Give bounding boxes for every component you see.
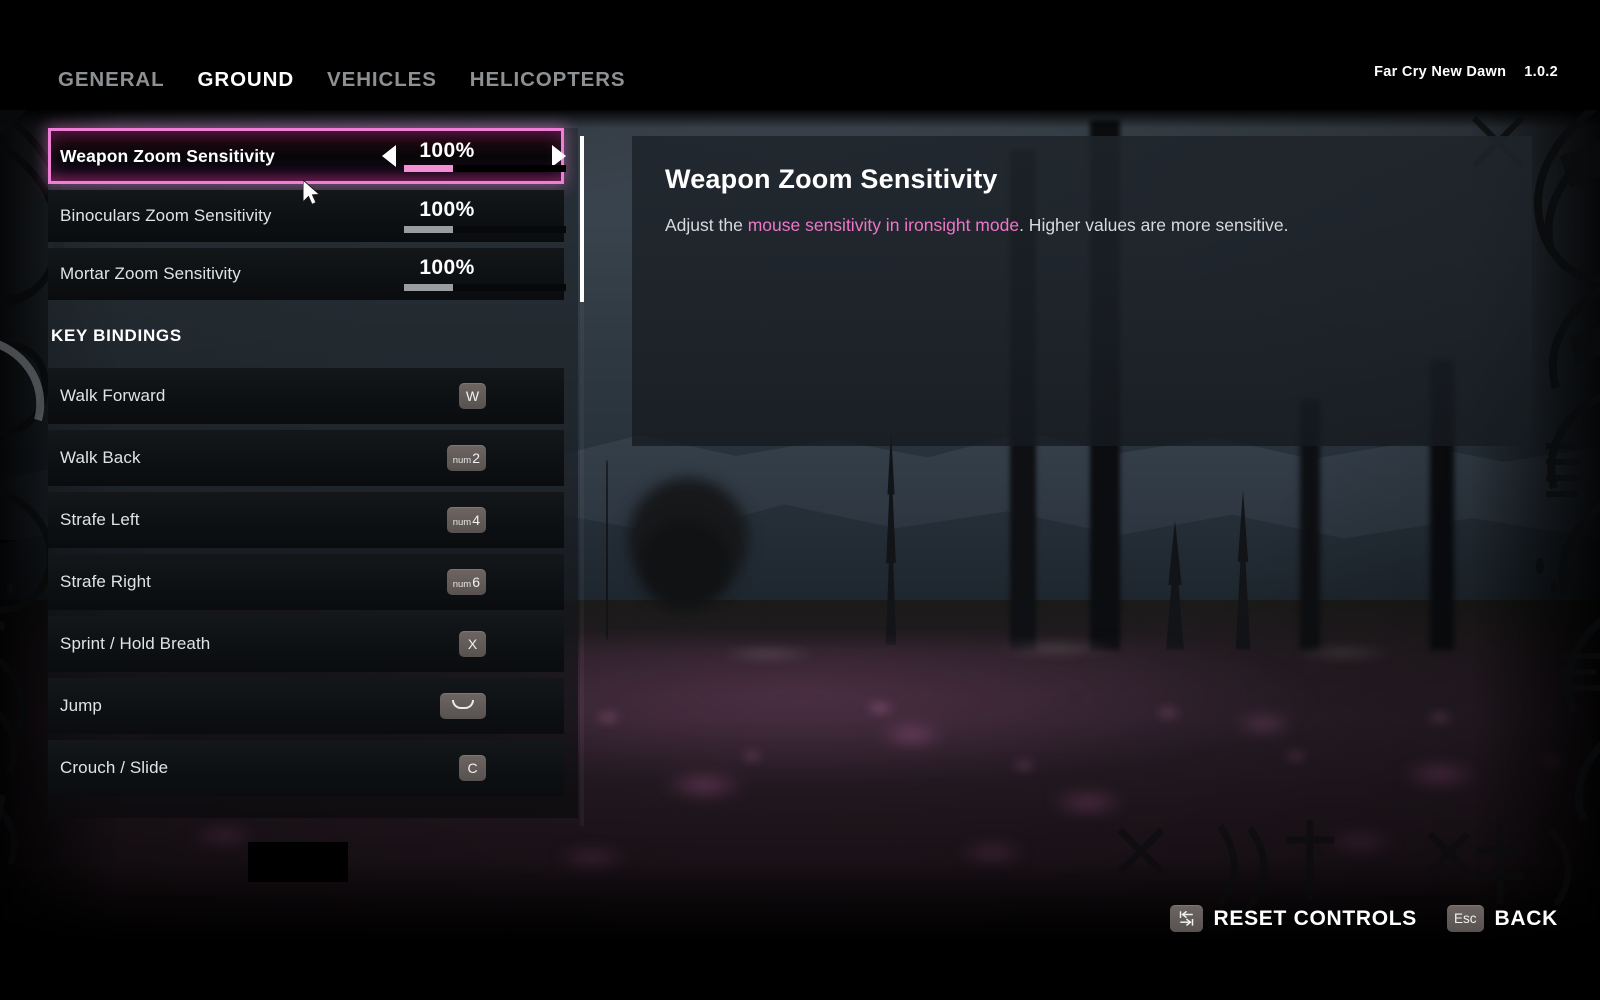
keybinding-row-crouch-slide[interactable]: Crouch / Slide C [48,740,564,796]
reset-controls-label: RESET CONTROLS [1213,906,1418,930]
slider-value: 100% [419,139,475,162]
key-badge-prefix: num [452,454,472,466]
letterbox-top [0,0,1600,8]
keybinding-action-label: Strafe Right [60,572,151,591]
key-badge-spacebar[interactable] [440,693,486,719]
background-tree-silhouette [640,520,730,610]
slider-track[interactable] [404,165,566,172]
keybinding-row-sprint-hold-breath[interactable]: Sprint / Hold Breath X [48,616,564,672]
key-badge-prefix: num [452,578,472,590]
slider-fill [404,284,453,291]
description-text-after: . Higher values are more sensitive. [1019,215,1289,235]
top-bar: GENERAL GROUND VEHICLES HELICOPTERS Far … [0,0,1600,110]
slider-value: 100% [419,256,475,279]
description-text-highlight: mouse sensitivity in ironsight mode [747,215,1020,235]
spacebar-icon [452,699,474,709]
game-title: Far Cry New Dawn [1374,64,1507,80]
mouse-cursor [303,180,321,206]
settings-list-panel: Weapon Zoom Sensitivity 100% Binoculars … [48,128,578,818]
description-title: Weapon Zoom Sensitivity [665,164,998,194]
keybinding-row-walk-back[interactable]: Walk Back num 2 [48,430,564,486]
key-badge-label: 4 [472,512,480,528]
key-badge-num6[interactable]: num 6 [446,569,486,595]
keybinding-row-strafe-left[interactable]: Strafe Left num 4 [48,492,564,548]
key-badge-label: X [467,636,478,652]
description-body: Adjust the mouse sensitivity in ironsigh… [665,213,1492,238]
setting-row-mortar-zoom-sensitivity[interactable]: Mortar Zoom Sensitivity 100% [48,248,566,300]
slider-fill [404,165,453,172]
key-badge-label: 6 [472,574,480,590]
key-badge-label: C [467,760,478,776]
keybinding-row-jump[interactable]: Jump [48,678,564,734]
slider-control[interactable]: 100% [330,248,566,300]
keybinding-action-label: Crouch / Slide [60,758,169,777]
keybinding-action-label: Strafe Left [60,510,140,529]
section-heading-key-bindings: KEY BINDINGS [51,326,182,345]
tab-ground[interactable]: GROUND [198,68,295,92]
setting-label: Binoculars Zoom Sensitivity [60,206,272,225]
tab-vehicles[interactable]: VEHICLES [327,68,437,92]
key-badge-c[interactable]: C [459,755,486,781]
key-badge-w[interactable]: W [459,383,486,409]
settings-screen: GENERAL GROUND VEHICLES HELICOPTERS Far … [0,0,1600,1000]
keybinding-action-label: Jump [60,696,102,715]
keybinding-action-label: Walk Forward [60,386,166,405]
back-button[interactable]: Esc BACK [1447,905,1558,932]
setting-label: Mortar Zoom Sensitivity [60,264,241,283]
key-badge-label: W [465,388,480,404]
footer-actions: RESET CONTROLS Esc BACK [1169,905,1558,932]
key-badge-x[interactable]: X [459,631,486,657]
keybinding-action-label: Sprint / Hold Breath [60,634,211,653]
tab-helicopters[interactable]: HELICOPTERS [470,68,626,92]
esc-key-label: Esc [1454,911,1477,926]
tab-icon [1179,911,1193,926]
tab-bar: GENERAL GROUND VEHICLES HELICOPTERS [58,68,625,92]
version-info: Far Cry New Dawn 1.0.2 [1374,64,1558,80]
slider-fill [404,226,453,233]
settings-scrollbar-track[interactable] [580,136,584,826]
keybinding-row-strafe-right[interactable]: Strafe Right num 6 [48,554,564,610]
slider-value: 100% [419,198,475,221]
description-panel: Weapon Zoom Sensitivity Adjust the mouse… [632,136,1532,446]
keybinding-row-walk-forward[interactable]: Walk Forward W [48,368,564,424]
setting-label: Weapon Zoom Sensitivity [60,145,275,166]
tab-key-badge [1169,905,1203,932]
key-badge-num4[interactable]: num 4 [446,507,486,533]
esc-key-badge: Esc [1447,905,1484,932]
slider-control[interactable]: 100% [330,190,566,242]
slider-track[interactable] [404,226,566,233]
slider-control[interactable]: 100% [330,131,566,181]
tab-general[interactable]: GENERAL [58,68,165,92]
keybinding-action-label: Walk Back [60,448,141,467]
letterbox-bottom [0,964,1600,1000]
key-badge-label: 2 [472,450,480,466]
setting-row-weapon-zoom-sensitivity[interactable]: Weapon Zoom Sensitivity 100% [48,128,566,184]
back-label: BACK [1494,906,1558,930]
key-badge-prefix: num [452,516,472,528]
key-badge-num2[interactable]: num 2 [446,445,486,471]
reset-controls-button[interactable]: RESET CONTROLS [1169,905,1418,932]
bottom-left-black-block [248,842,348,882]
settings-scrollbar-thumb[interactable] [580,136,584,302]
description-text-before: Adjust the [665,215,748,235]
slider-track[interactable] [404,284,566,291]
game-version: 1.0.2 [1524,64,1558,80]
